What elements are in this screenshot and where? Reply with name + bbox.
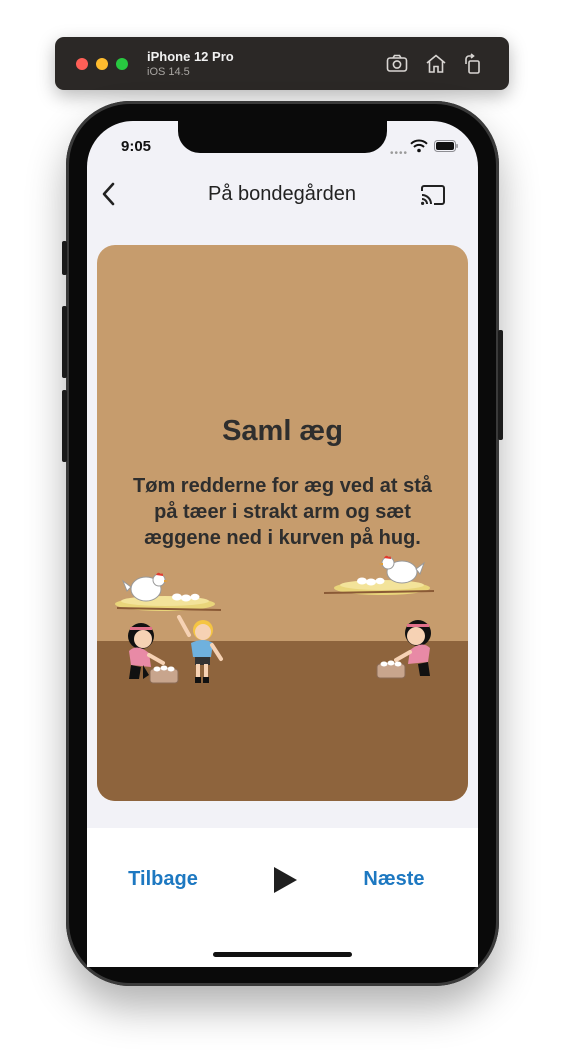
cast-icon[interactable] [419,183,447,207]
exercise-card: Saml æg Tøm redderne for æg ved at stå p… [97,245,468,801]
page-title: På bondegården [208,183,356,205]
power-button [498,330,503,440]
home-indicator [213,952,352,957]
device-name: iPhone 12 Pro [147,49,234,64]
bottom-toolbar [87,828,478,967]
rotate-icon[interactable] [461,52,485,76]
nest-with-hen-right [324,555,435,595]
volume-down-button [62,390,67,462]
nest-with-hen-left [115,572,222,611]
next-button[interactable]: Næste [350,868,438,891]
notch [178,121,387,153]
exercise-title: Saml æg [222,415,343,447]
os-version: iOS 14.5 [147,66,190,78]
minimize-window-button[interactable] [96,58,108,70]
crouching-child-right [376,620,431,679]
cellular-dots-icon: •••• [390,148,409,159]
volume-up-button [62,306,67,378]
play-icon[interactable] [272,866,298,894]
screenshot-icon[interactable] [385,52,409,76]
reaching-child [177,615,223,683]
chevron-left-icon[interactable] [99,181,119,207]
home-icon[interactable] [424,52,448,76]
exercise-description: Tøm redderne for æg ved at stå på tæer i… [133,475,432,549]
status-time: 9:05 [121,138,152,155]
zoom-window-button[interactable] [116,58,128,70]
wifi-icon [410,139,428,153]
mute-switch [62,241,67,275]
back-button[interactable]: Tilbage [115,868,211,891]
close-window-button[interactable] [76,58,88,70]
battery-icon [434,140,458,152]
